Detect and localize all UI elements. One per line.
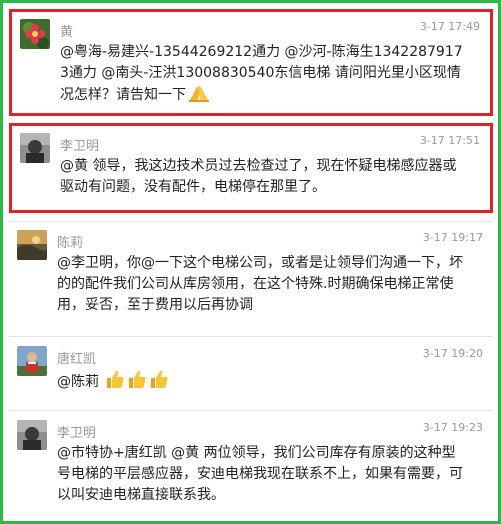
divider [9,221,493,222]
message-text-content: @陈莉 [57,374,99,390]
avatar[interactable] [20,19,50,49]
message-text: @市特协+唐红凯 @黄 两位领导，我们公司库存有原装的这种型号电梯的平层感应器，… [57,445,463,503]
folded-hands-icon [188,84,210,109]
divider [9,336,493,337]
message-item[interactable]: 李卫明 3-17 19:23 @市特协+唐红凯 @黄 两位领导，我们公司库存有原… [9,413,493,521]
chat-frame: 黄 3-17 17:49 @粤海-易建兴-13544269212通力 @沙河-陈… [0,0,501,524]
message-text: @粤海-易建兴-13544269212通力 @沙河-陈海生13422879173… [60,42,470,109]
thumbs-up-icon [127,369,147,396]
avatar[interactable] [17,346,47,376]
message-time: 3-17 17:49 [419,20,480,33]
sender-name[interactable]: 唐红凯 [57,348,96,367]
message-item[interactable]: 陈莉 3-17 19:17 @李卫明，你@一下这个电梯公司，或者是让领导们沟通一… [9,223,493,333]
message-text: @陈莉 [57,369,467,396]
sender-name[interactable]: 李卫明 [60,135,99,154]
thumbs-up-icon [105,369,125,396]
message-text: @李卫明，你@一下这个电梯公司，或者是让领导们沟通一下，坏的的配件我们公司从库房… [57,255,463,313]
sender-name[interactable]: 李卫明 [57,422,96,441]
message-time: 3-17 19:23 [422,421,483,434]
message-time: 3-17 19:17 [422,231,483,244]
thumbs-up-icon [149,369,169,396]
message-text-content: @粤海-易建兴-13544269212通力 @沙河-陈海生13422879173… [60,44,463,103]
message-item[interactable]: 唐红凯 3-17 19:20 @陈莉 [9,339,493,407]
sender-name[interactable]: 陈莉 [57,232,83,251]
message-time: 3-17 17:51 [419,134,480,147]
message-item[interactable]: 黄 3-17 17:49 @粤海-易建兴-13544269212通力 @沙河-陈… [9,9,493,116]
avatar[interactable] [20,133,50,163]
sender-name[interactable]: 黄 [60,21,73,40]
message-text: @黄 领导，我这边技术员过去检查过了，现在怀疑电梯感应器或驱动有问题，没有配件，… [60,158,457,195]
avatar[interactable] [17,420,47,450]
avatar[interactable] [17,230,47,260]
divider [9,410,493,411]
message-item[interactable]: 李卫明 3-17 17:51 @黄 领导，我这边技术员过去检查过了，现在怀疑电梯… [9,123,493,213]
message-time: 3-17 19:20 [422,347,483,360]
